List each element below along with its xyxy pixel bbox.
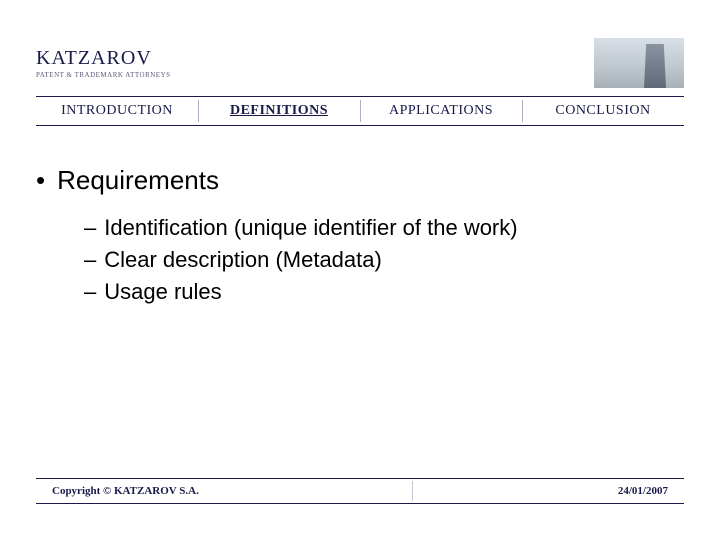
heading-text: Requirements [57, 165, 219, 196]
list-item-text: Identification (unique identifier of the… [104, 212, 517, 244]
divider [412, 481, 413, 501]
tab-definitions[interactable]: DEFINITIONS [198, 97, 360, 125]
brand-image-icon [594, 38, 684, 88]
brand-name: KATZAROV [36, 47, 171, 70]
tab-conclusion[interactable]: CONCLUSION [522, 97, 684, 125]
copyright-text: Copyright © KATZAROV S.A. [52, 485, 199, 497]
footer: Copyright © KATZAROV S.A. 24/01/2007 [36, 478, 684, 504]
dash-icon: – [84, 212, 96, 244]
nav-tabs: INTRODUCTION DEFINITIONS APPLICATIONS CO… [36, 97, 684, 125]
slide-content: • Requirements – Identification (unique … [36, 165, 684, 308]
dash-icon: – [84, 244, 96, 276]
divider [36, 125, 684, 126]
tab-label: DEFINITIONS [230, 103, 328, 119]
tab-label: APPLICATIONS [389, 103, 493, 119]
list-item: – Identification (unique identifier of t… [84, 212, 684, 244]
divider [36, 503, 684, 504]
brand-logo: KATZAROV PATENT & TRADEMARK ATTORNEYS [36, 47, 171, 79]
footer-row: Copyright © KATZAROV S.A. 24/01/2007 [36, 479, 684, 503]
list-item-text: Clear description (Metadata) [104, 244, 382, 276]
list-item: – Clear description (Metadata) [84, 244, 684, 276]
sub-bullet-list: – Identification (unique identifier of t… [84, 212, 684, 308]
tab-label: INTRODUCTION [61, 103, 173, 119]
tab-label: CONCLUSION [555, 103, 650, 119]
header: KATZAROV PATENT & TRADEMARK ATTORNEYS [36, 38, 684, 88]
dash-icon: – [84, 276, 96, 308]
date-text: 24/01/2007 [618, 485, 668, 497]
tab-introduction[interactable]: INTRODUCTION [36, 97, 198, 125]
bullet-icon: • [36, 165, 45, 196]
bullet-heading: • Requirements [36, 165, 684, 196]
tab-applications[interactable]: APPLICATIONS [360, 97, 522, 125]
nav-bar: INTRODUCTION DEFINITIONS APPLICATIONS CO… [36, 96, 684, 126]
brand-tagline: PATENT & TRADEMARK ATTORNEYS [36, 71, 171, 79]
list-item: – Usage rules [84, 276, 684, 308]
list-item-text: Usage rules [104, 276, 221, 308]
